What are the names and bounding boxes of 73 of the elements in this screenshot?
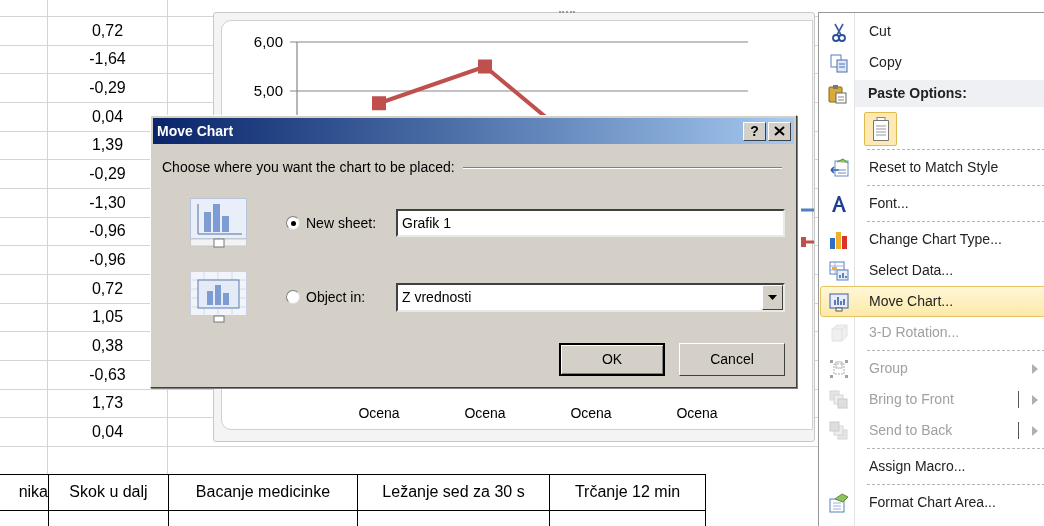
cell-value: 1,73 (91, 393, 124, 414)
split-divider (1018, 391, 1019, 408)
cell-value: -1,64 (89, 49, 126, 70)
category-label: Ocena (464, 405, 506, 421)
close-icon (774, 126, 785, 136)
menu-section-header: Paste Options: (855, 80, 1044, 107)
cell-value: 1,05 (91, 307, 124, 328)
cell-value: -0,29 (89, 78, 126, 99)
menu-item[interactable]: Copy (820, 47, 1044, 78)
submenu-arrow-icon (1032, 394, 1038, 405)
cell-value: -0,29 (89, 164, 126, 185)
cell-value: -1,30 (89, 192, 126, 213)
menu-item[interactable]: Select Data... (820, 255, 1044, 286)
column-header: Trčanje 12 min (574, 482, 681, 503)
group-icon (829, 358, 849, 379)
window-title: Move Chart (157, 121, 234, 141)
chart-sheet-icon (190, 198, 247, 248)
font-icon (829, 193, 849, 214)
submenu-arrow-icon (1032, 425, 1038, 436)
menu-item[interactable]: Font... (820, 183, 1044, 219)
column-header: Ležanje sed za 30 s (382, 482, 525, 503)
y-axis-tick-label: 5,00 (253, 82, 283, 100)
cell-value: -0,96 (89, 250, 126, 271)
category-label: Ocena (570, 405, 612, 421)
cell-value: -0,96 (89, 221, 126, 242)
column-header: Skok u dalj (69, 482, 148, 503)
radio-button[interactable] (286, 216, 300, 230)
dropdown-field[interactable]: Z vrednosti (396, 282, 785, 312)
bring-front-icon (829, 389, 849, 410)
split-divider (1018, 422, 1019, 439)
cell-value: 0,04 (91, 106, 124, 127)
submenu-arrow-icon (1032, 363, 1038, 374)
menu-item[interactable]: Assign Macro... (820, 446, 1044, 482)
cube-icon (829, 322, 849, 343)
cell-value: 0,04 (91, 422, 124, 442)
send-back-icon (829, 420, 849, 441)
category-label: Ocena (676, 405, 718, 421)
cell-value: 0,38 (91, 336, 124, 357)
dialog-button[interactable]: Cancel (679, 343, 785, 376)
category-label: Ocena (358, 405, 400, 421)
help-button[interactable]: ? (743, 121, 766, 141)
cell-value: -0,63 (89, 364, 126, 385)
cell-value: 1,39 (91, 135, 124, 156)
menu-item[interactable]: Cut (820, 16, 1044, 47)
data-point (372, 96, 386, 111)
cell-value: 0,72 (91, 278, 124, 299)
move-chart-icon (829, 291, 849, 312)
input-field[interactable]: Grafik 1 (396, 209, 785, 237)
instruction-text: Choose where you want the chart to be placed: (162, 158, 455, 177)
menu-item[interactable]: Change Chart Type... (820, 219, 1044, 255)
document-icon (871, 117, 890, 141)
close-button[interactable] (768, 121, 791, 141)
radio-button[interactable] (286, 290, 300, 304)
bar-chart-icon (829, 229, 849, 250)
copy-icon (829, 52, 849, 73)
clipboard-icon (827, 83, 847, 104)
paste-button[interactable] (864, 112, 897, 146)
reset-style-icon (829, 157, 849, 178)
resize-handle[interactable] (559, 11, 575, 16)
menu-item[interactable]: Format Chart Area... (820, 482, 1044, 518)
menu-item[interactable]: Reset to Match Style (820, 147, 1044, 183)
option-label[interactable]: Object in: (306, 286, 396, 308)
column-header: Bacanje medicinke (195, 482, 331, 503)
table-chart-icon (829, 260, 849, 281)
cell-value: 0,72 (91, 20, 124, 41)
dialog-button[interactable]: OK (559, 343, 665, 376)
column-header: nika (18, 482, 48, 503)
format-chart-icon (829, 492, 849, 513)
scissors-icon (829, 21, 849, 42)
option-label[interactable]: New sheet: (306, 212, 396, 234)
embedded-chart-icon (190, 271, 247, 323)
menu-item[interactable]: Move Chart... (820, 286, 1044, 317)
y-axis-tick-label: 6,00 (253, 33, 283, 51)
